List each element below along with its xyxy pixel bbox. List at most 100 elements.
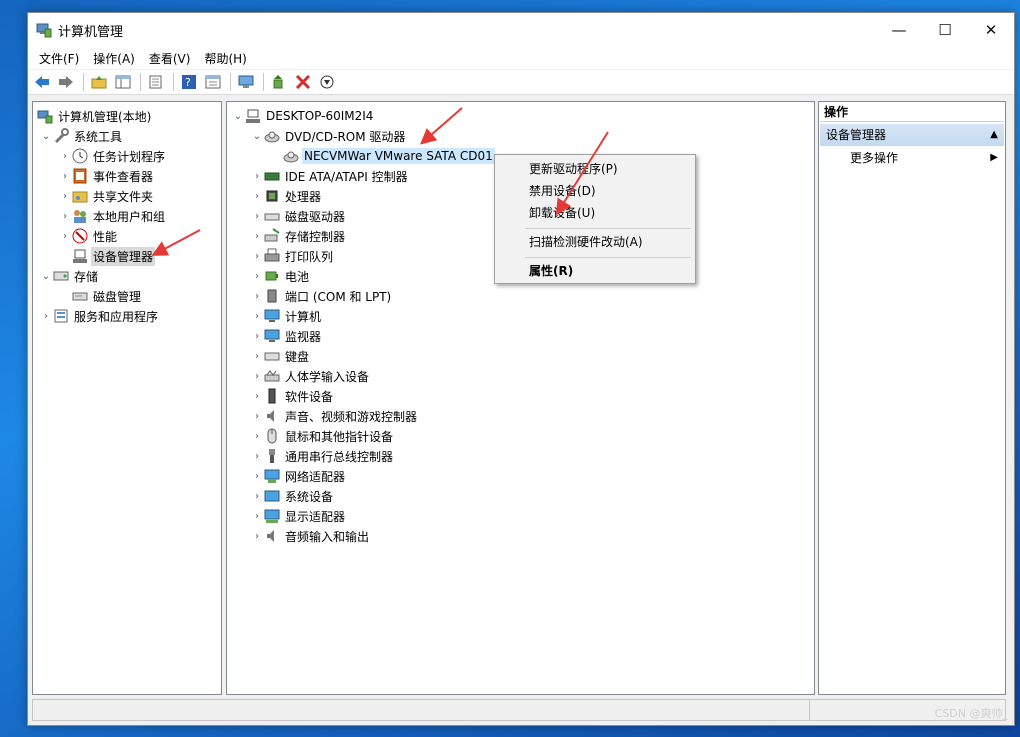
tree-item-print-queues[interactable]: › 打印队列: [250, 246, 335, 266]
tree-label: IDE ATA/ATAPI 控制器: [285, 169, 408, 184]
actions-section-device-manager[interactable]: 设备管理器 ▲: [820, 124, 1004, 146]
tree-item-computer[interactable]: › 计算机: [250, 306, 323, 326]
chevron-right-icon[interactable]: ›: [58, 231, 72, 242]
tree-item-batteries[interactable]: › 电池: [250, 266, 311, 286]
tree-item-software-devices[interactable]: › 软件设备: [250, 386, 335, 406]
properties-menu-item[interactable]: 属性(R): [495, 260, 695, 282]
chevron-right-icon[interactable]: ›: [250, 291, 264, 302]
chevron-right-icon[interactable]: ›: [250, 531, 264, 542]
svg-text:?: ?: [185, 76, 191, 89]
tree-item-ide-controllers[interactable]: › IDE ATA/ATAPI 控制器: [250, 166, 410, 186]
chevron-right-icon[interactable]: ›: [250, 191, 264, 202]
tree-item-hid[interactable]: › 人体学输入设备: [250, 366, 371, 386]
show-hide-tree-icon[interactable]: [112, 72, 134, 92]
chevron-right-icon[interactable]: ›: [250, 411, 264, 422]
title-bar[interactable]: 计算机管理 — ☐ ✕: [28, 13, 1014, 47]
uninstall-device-menu-item[interactable]: 卸载设备(U): [495, 202, 695, 224]
tree-item-storage-controllers[interactable]: › 存储控制器: [250, 226, 347, 246]
chevron-right-icon[interactable]: ›: [250, 471, 264, 482]
properties-icon[interactable]: [202, 72, 224, 92]
speaker-icon: [264, 528, 280, 544]
battery-icon: [264, 268, 280, 284]
tree-item-ports[interactable]: › 端口 (COM 和 LPT): [250, 286, 393, 306]
tree-item-shared-folders[interactable]: › 共享文件夹: [58, 186, 155, 206]
tree-item-computer-management[interactable]: 计算机管理(本地): [37, 106, 153, 126]
chevron-right-icon[interactable]: ›: [250, 311, 264, 322]
chevron-right-icon[interactable]: ›: [58, 191, 72, 202]
tree-item-disk-management[interactable]: 磁盘管理: [72, 286, 143, 306]
chevron-down-icon[interactable]: ⌄: [250, 131, 264, 142]
help-icon[interactable]: ?: [178, 72, 200, 92]
update-driver-menu-item[interactable]: 更新驱动程序(P): [495, 158, 695, 180]
scan-hardware-menu-item[interactable]: 扫描检测硬件改动(A): [495, 231, 695, 253]
tree-item-storage[interactable]: ⌄ 存储: [39, 266, 100, 286]
services-icon: [53, 308, 69, 324]
minimize-button[interactable]: —: [876, 13, 922, 47]
tree-item-system-devices[interactable]: › 系统设备: [250, 486, 335, 506]
maximize-button[interactable]: ☐: [922, 13, 968, 47]
window-title: 计算机管理: [58, 24, 124, 40]
more-actions-item[interactable]: 更多操作 ▶: [820, 148, 1004, 168]
tree-item-processors[interactable]: › 处理器: [250, 186, 323, 206]
chevron-right-icon[interactable]: ›: [250, 351, 264, 362]
tree-item-network-adapters[interactable]: › 网络适配器: [250, 466, 347, 486]
context-menu: 更新驱动程序(P) 禁用设备(D) 卸载设备(U) 扫描检测硬件改动(A) 属性…: [494, 154, 696, 284]
uninstall-icon[interactable]: [292, 72, 314, 92]
menu-action[interactable]: 操作(A): [86, 50, 142, 67]
chevron-right-icon[interactable]: ›: [39, 311, 53, 322]
menu-file[interactable]: 文件(F): [32, 50, 86, 67]
tree-item-sound-controllers[interactable]: › 声音、视频和游戏控制器: [250, 406, 419, 426]
chevron-right-icon[interactable]: ›: [58, 151, 72, 162]
disable-device-menu-item[interactable]: 禁用设备(D): [495, 180, 695, 202]
tree-item-task-scheduler[interactable]: › 任务计划程序: [58, 146, 167, 166]
tree-item-system-tools[interactable]: ⌄ 系统工具: [39, 126, 124, 146]
tree-item-monitors[interactable]: › 监视器: [250, 326, 323, 346]
tree-item-services-apps[interactable]: › 服务和应用程序: [39, 306, 160, 326]
tree-item-dvd-drives[interactable]: ⌄ DVD/CD-ROM 驱动器: [250, 126, 407, 146]
chevron-right-icon[interactable]: ›: [250, 451, 264, 462]
tree-item-local-users[interactable]: › 本地用户和组: [58, 206, 167, 226]
chevron-down-icon[interactable]: ⌄: [231, 111, 245, 122]
menu-help[interactable]: 帮助(H): [197, 50, 253, 67]
back-icon[interactable]: [31, 72, 53, 92]
menu-separator: [525, 257, 691, 258]
tree-item-dvd-device[interactable]: NECVMWar VMware SATA CD01: [283, 146, 495, 166]
chevron-right-icon[interactable]: ›: [250, 511, 264, 522]
mouse-icon: [264, 428, 280, 444]
chevron-right-icon[interactable]: ›: [250, 211, 264, 222]
chevron-right-icon[interactable]: ›: [250, 251, 264, 262]
watermark: CSDN @爽帅_: [934, 707, 1008, 720]
tree-item-event-viewer[interactable]: › 事件查看器: [58, 166, 155, 186]
update-driver-icon[interactable]: [268, 72, 290, 92]
close-button[interactable]: ✕: [968, 13, 1014, 47]
export-list-icon[interactable]: [145, 72, 167, 92]
enable-device-icon[interactable]: [316, 72, 338, 92]
chevron-down-icon[interactable]: ⌄: [39, 271, 53, 282]
chevron-right-icon[interactable]: ›: [250, 331, 264, 342]
monitor-icon: [264, 308, 280, 324]
tree-item-disk-drives[interactable]: › 磁盘驱动器: [250, 206, 347, 226]
forward-icon[interactable]: [55, 72, 77, 92]
tree-item-performance[interactable]: › 性能: [58, 226, 119, 246]
tree-item-display-adapters[interactable]: › 显示适配器: [250, 506, 347, 526]
chevron-right-icon[interactable]: ›: [250, 491, 264, 502]
chevron-right-icon[interactable]: ›: [250, 271, 264, 282]
tree-item-audio-io[interactable]: › 音频输入和输出: [250, 526, 371, 546]
chevron-right-icon[interactable]: ›: [250, 371, 264, 382]
collapse-up-icon[interactable]: ▲: [990, 124, 998, 146]
chevron-right-icon[interactable]: ›: [250, 391, 264, 402]
chevron-right-icon[interactable]: ›: [58, 211, 72, 222]
tree-item-device-manager[interactable]: 设备管理器: [72, 246, 156, 266]
chevron-right-icon[interactable]: ›: [250, 231, 264, 242]
tree-item-usb-controllers[interactable]: › 通用串行总线控制器: [250, 446, 395, 466]
chevron-down-icon[interactable]: ⌄: [39, 131, 53, 142]
chevron-right-icon[interactable]: ›: [58, 171, 72, 182]
chevron-right-icon[interactable]: ›: [250, 171, 264, 182]
chevron-right-icon[interactable]: ›: [250, 431, 264, 442]
tree-item-mice[interactable]: › 鼠标和其他指针设备: [250, 426, 395, 446]
up-folder-icon[interactable]: [88, 72, 110, 92]
menu-view[interactable]: 查看(V): [142, 50, 198, 67]
tree-item-keyboards[interactable]: › 键盘: [250, 346, 311, 366]
tree-item-computer-root[interactable]: ⌄ DESKTOP-60IM2I4: [231, 106, 375, 126]
computer-icon[interactable]: [235, 72, 257, 92]
